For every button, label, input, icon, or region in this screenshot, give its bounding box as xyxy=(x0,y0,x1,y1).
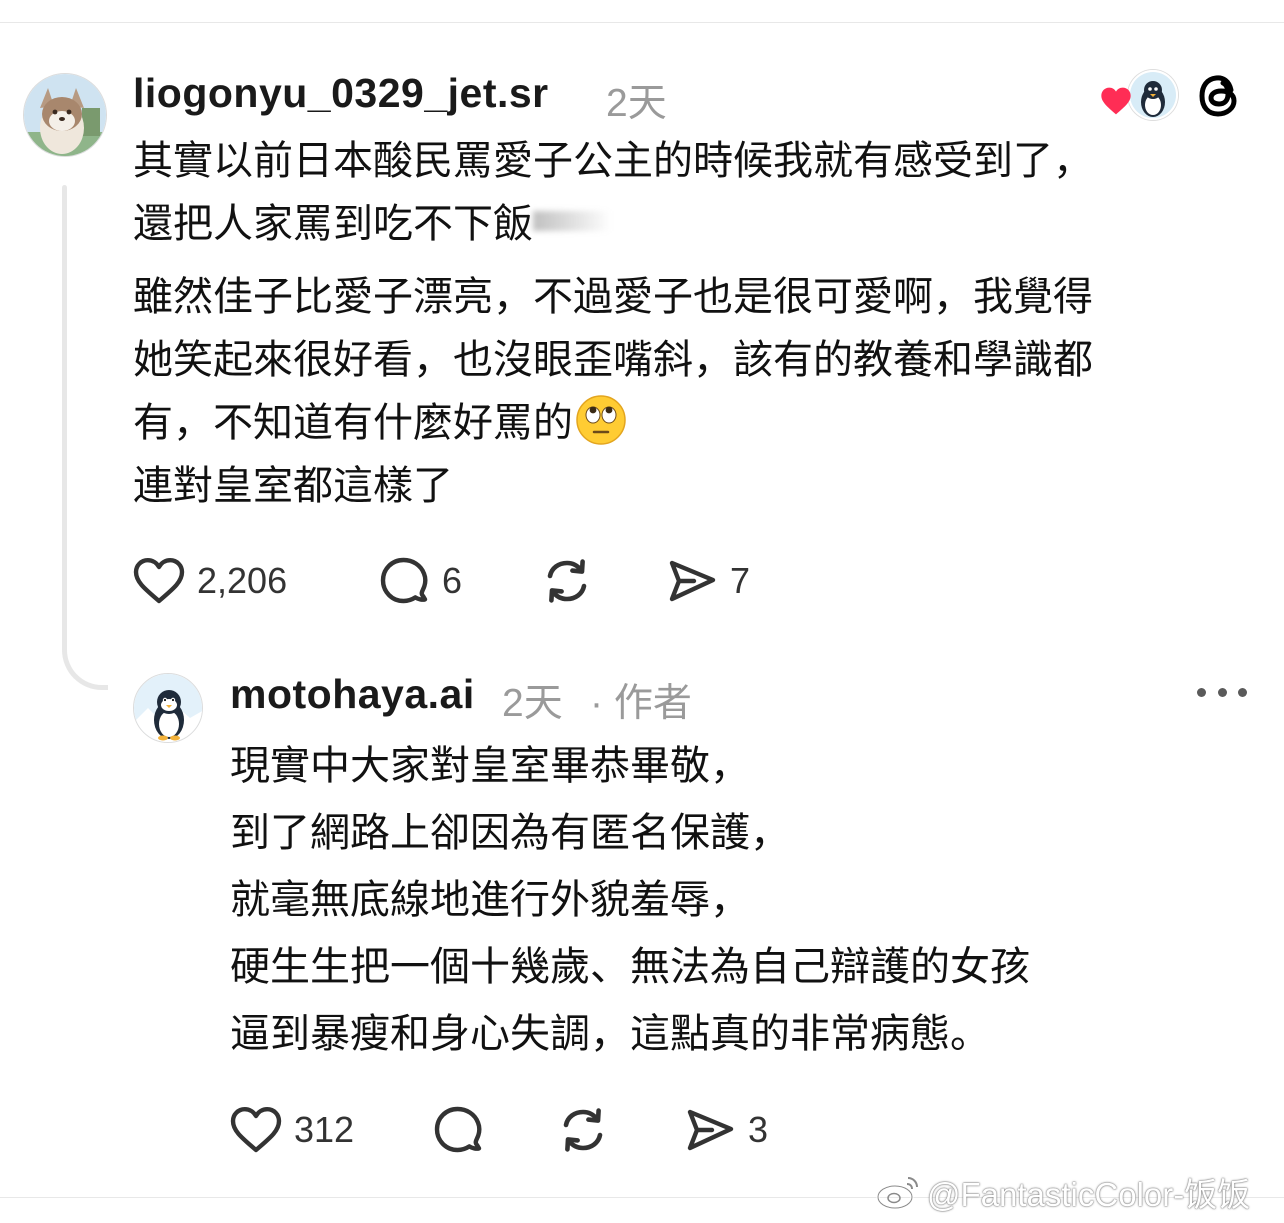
repost-arrows-icon xyxy=(563,1108,603,1152)
post-line-with-blur: 還把人家罵到吃不下飯 xyxy=(133,193,1093,256)
dot xyxy=(1217,687,1227,697)
reply-body: 現實中大家對皇室畢恭畢敬， 到了網路上卻因為有匿名保護， 就毫無底線地進行外貌羞… xyxy=(230,733,1030,1068)
red-heart-icon xyxy=(1101,87,1131,115)
share-button[interactable]: 7 xyxy=(666,553,750,609)
post-timestamp: 2天 xyxy=(606,82,667,125)
repost-arrows-icon xyxy=(547,559,587,603)
top-divider xyxy=(0,22,1284,23)
post-line: 有，不知道有什麼好罵的 xyxy=(133,401,573,445)
reply-line: 就毫無底線地進行外貌羞辱， xyxy=(230,878,750,922)
post-username[interactable]: liogonyu_0329_jet.sr xyxy=(133,70,549,117)
more-dots-icon[interactable] xyxy=(1197,680,1247,704)
liker-avatar xyxy=(1128,70,1178,120)
post-line-with-emoji: 有，不知道有什麼好罵的 xyxy=(133,392,1093,455)
post-line: 雖然佳子比愛子漂亮，不過愛子也是很可愛啊，我覺得 xyxy=(133,275,1093,319)
weibo-logo-icon xyxy=(876,1177,918,1210)
reply-count: 6 xyxy=(442,560,463,601)
liked-by-badge[interactable] xyxy=(1101,70,1178,120)
author-tag: · 作者 xyxy=(590,682,692,725)
thread-line xyxy=(62,185,67,635)
watermark-text: @FantasticColor-饭饭 xyxy=(927,1176,1251,1213)
reply-like-count: 312 xyxy=(294,1109,355,1150)
post-line: 還把人家罵到吃不下飯 xyxy=(133,202,533,246)
reply-button[interactable]: 6 xyxy=(378,553,462,609)
speech-bubble-icon xyxy=(380,557,428,604)
post-line: 連對皇室都這樣了 xyxy=(133,464,453,508)
repost-button[interactable] xyxy=(540,553,594,609)
avatar[interactable] xyxy=(23,73,107,157)
like-count: 2,206 xyxy=(197,560,288,601)
reply-repost-button[interactable] xyxy=(556,1102,610,1158)
post-line: 其實以前日本酸民罵愛子公主的時候我就有感受到了， xyxy=(133,139,1093,183)
weibo-watermark: @FantasticColor-饭饭 xyxy=(875,1168,1250,1216)
face-with-rolling-eyes-emoji xyxy=(576,395,626,445)
reply-line: 到了網路上卻因為有匿名保護， xyxy=(230,811,790,855)
heart-outline-icon xyxy=(133,558,185,604)
thread-connector xyxy=(62,630,108,690)
send-arrow-icon xyxy=(687,1109,734,1151)
reply-line: 現實中大家對皇室畢恭畢敬， xyxy=(230,744,750,788)
share-count: 7 xyxy=(730,560,751,601)
reply-avatar[interactable] xyxy=(133,673,203,743)
reply-reply-button[interactable] xyxy=(432,1102,484,1158)
send-arrow-icon xyxy=(669,560,716,602)
dot xyxy=(1238,687,1247,697)
reply-line: 逼到暴瘦和身心失調，這點真的非常病態。 xyxy=(230,1012,990,1056)
reply-share-button[interactable]: 3 xyxy=(684,1102,768,1158)
reply-share-count: 3 xyxy=(748,1109,769,1150)
like-button[interactable]: 2,206 xyxy=(133,553,287,609)
post-body: 其實以前日本酸民罵愛子公主的時候我就有感受到了， 還把人家罵到吃不下飯 雖然佳子… xyxy=(133,130,1093,518)
heart-outline-icon xyxy=(230,1107,282,1153)
post-line: 她笑起來很好看，也沒眼歪嘴斜，該有的教養和學識都 xyxy=(133,338,1093,382)
threads-logo-icon[interactable] xyxy=(1196,70,1244,125)
dot xyxy=(1197,687,1206,697)
reply-like-button[interactable]: 312 xyxy=(230,1102,354,1158)
reply-timestamp: 2天 xyxy=(502,682,563,725)
blur-artifact xyxy=(533,211,611,231)
reply-username[interactable]: motohaya.ai xyxy=(230,671,475,718)
speech-bubble-icon xyxy=(434,1106,482,1153)
reply-line: 硬生生把一個十幾歲、無法為自己辯護的女孩 xyxy=(230,945,1030,989)
